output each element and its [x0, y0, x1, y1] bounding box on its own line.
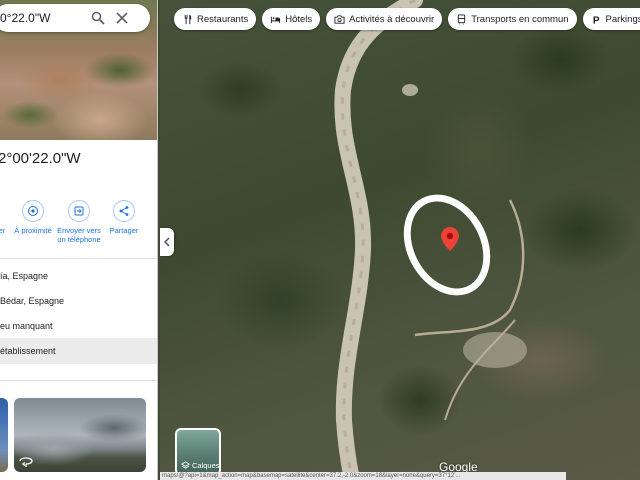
- search-box: [0, 4, 150, 32]
- chip-activities[interactable]: Activités à découvrir: [326, 8, 443, 30]
- fork-knife-icon: [184, 14, 192, 24]
- location-pin-icon[interactable]: [441, 227, 459, 251]
- share-button[interactable]: Partager: [104, 198, 144, 235]
- close-icon: [116, 12, 128, 24]
- chip-label: Transports en commun: [471, 13, 569, 25]
- chevron-left-icon: [163, 237, 170, 247]
- action-buttons: er À proximité Envoyer vers un téléphone…: [0, 198, 157, 250]
- search-input[interactable]: [0, 11, 86, 25]
- action-label: À proximité: [14, 226, 52, 235]
- place-title: 2°00'22.0"W: [0, 150, 81, 167]
- detail-row-locality[interactable]: Bédar, Espagne: [0, 288, 157, 314]
- layers-text: Calques: [192, 461, 220, 470]
- search-button[interactable]: [86, 6, 110, 30]
- map-terrain: [334, 0, 527, 480]
- bus-icon: [458, 13, 466, 24]
- chip-hotels[interactable]: Hôtels: [262, 8, 321, 30]
- category-chips: Restaurants Hôtels Activités à découvrir…: [174, 8, 640, 30]
- parking-icon: P: [592, 15, 599, 24]
- 360-view-icon: [19, 457, 33, 467]
- collapse-panel-button[interactable]: [160, 228, 174, 256]
- action-label: er: [0, 226, 6, 235]
- satellite-map[interactable]: Restaurants Hôtels Activités à découvrir…: [160, 0, 640, 480]
- divider: [0, 380, 157, 381]
- directions-button[interactable]: er: [0, 198, 10, 235]
- action-label: Partager: [109, 226, 139, 235]
- photo-thumbnail[interactable]: [0, 398, 8, 472]
- street-view-thumbnail[interactable]: [14, 398, 146, 472]
- bed-icon: [271, 16, 281, 23]
- close-button[interactable]: [110, 6, 134, 30]
- search-icon: [91, 11, 105, 25]
- divider: [0, 258, 157, 259]
- send-to-phone-button[interactable]: Envoyer vers un téléphone: [56, 198, 102, 244]
- share-icon: [119, 206, 129, 216]
- nearby-icon: [28, 206, 38, 216]
- layers-button[interactable]: Calques: [175, 428, 221, 476]
- status-bar-url: maps/@?api=1&map_action=map&basemap=sate…: [160, 472, 566, 480]
- chip-label: Activités à découvrir: [349, 13, 435, 25]
- chip-restaurants[interactable]: Restaurants: [174, 8, 257, 30]
- nearby-button[interactable]: À proximité: [10, 198, 56, 235]
- place-panel: 2°00'22.0"W er À proximité Envoyer vers …: [0, 0, 158, 480]
- layers-icon: [181, 461, 190, 469]
- chip-parking[interactable]: P Parkings: [582, 8, 640, 30]
- svg-text:P: P: [592, 15, 599, 24]
- chip-label: Restaurants: [197, 13, 249, 25]
- detail-row-add-business[interactable]: établissement: [0, 338, 157, 364]
- layers-label: Calques: [181, 461, 220, 470]
- detail-row-address[interactable]: ía, Espagne: [0, 263, 157, 289]
- detail-row-missing-place[interactable]: eu manquant: [0, 313, 157, 339]
- send-to-phone-icon: [74, 206, 84, 216]
- camera-icon: [334, 14, 345, 24]
- action-label: Envoyer vers un téléphone: [57, 226, 101, 244]
- chip-transit[interactable]: Transports en commun: [448, 8, 577, 30]
- chip-label: Parkings: [605, 13, 640, 25]
- chip-label: Hôtels: [285, 13, 313, 25]
